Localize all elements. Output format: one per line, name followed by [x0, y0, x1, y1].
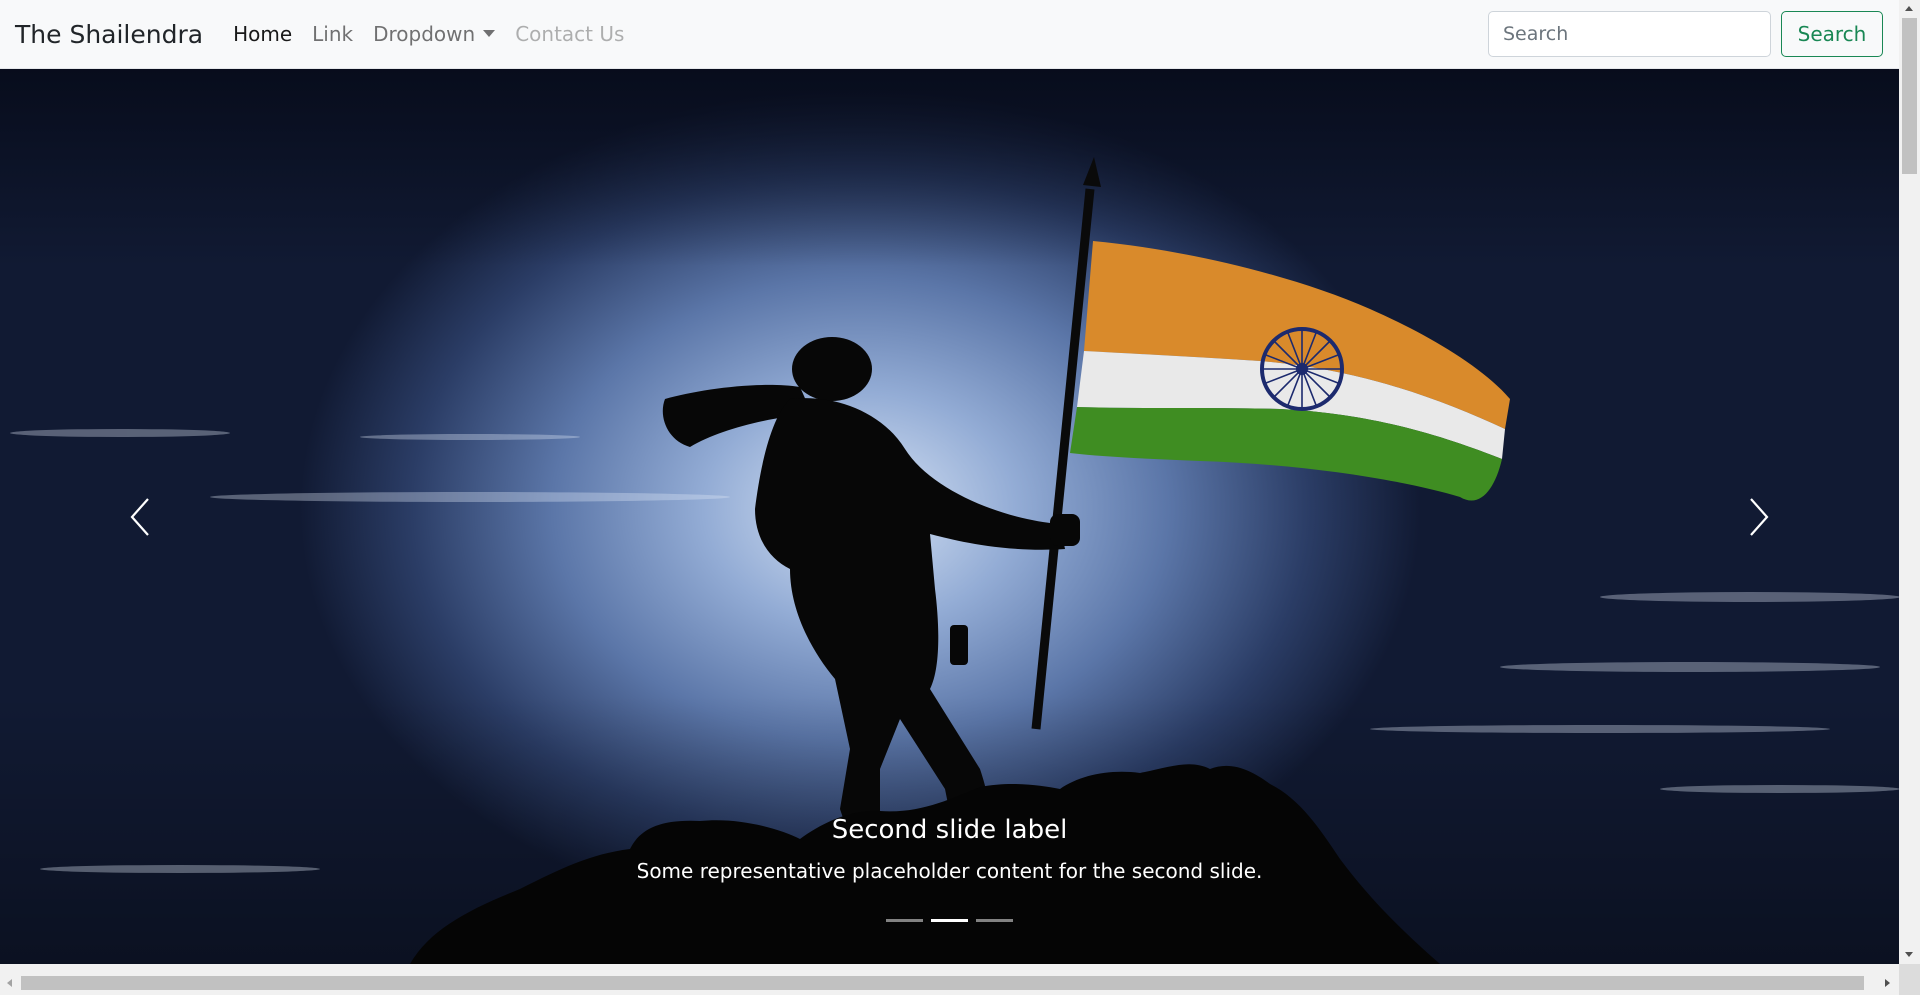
- search-form: Search: [1488, 11, 1883, 57]
- carousel-indicators: [0, 919, 1899, 922]
- horizontal-scrollbar[interactable]: [0, 964, 1899, 995]
- hero-carousel: Second slide label Some representative p…: [0, 69, 1899, 964]
- nav-dropdown-label: Dropdown: [373, 22, 476, 46]
- carousel-indicator-2[interactable]: [931, 919, 968, 922]
- scroll-up-arrow-icon[interactable]: [1905, 6, 1913, 11]
- scroll-down-arrow-icon[interactable]: [1905, 952, 1913, 957]
- chevron-left-icon: [130, 497, 149, 536]
- search-input[interactable]: [1488, 11, 1771, 57]
- scrollbar-corner: [1899, 964, 1920, 995]
- scroll-left-arrow-icon[interactable]: [7, 979, 12, 987]
- chevron-right-icon: [1750, 497, 1769, 536]
- nav-dropdown-toggle[interactable]: Dropdown: [373, 22, 496, 46]
- nav-link-link[interactable]: Link: [312, 22, 353, 46]
- scroll-right-arrow-icon[interactable]: [1885, 979, 1890, 987]
- nav-link-contact-us: Contact Us: [515, 22, 625, 46]
- carousel-indicator-3[interactable]: [976, 919, 1013, 922]
- caption-title: Second slide label: [831, 815, 1068, 845]
- top-navbar: The Shailendra Home Link Dropdown Contac…: [0, 0, 1899, 69]
- caret-down-icon: [483, 30, 496, 37]
- caption-text: Some representative placeholder content …: [636, 859, 1263, 883]
- nav-links: Home Link Dropdown Contact Us: [233, 22, 644, 46]
- soldier-silhouette: [662, 337, 1080, 839]
- vertical-scroll-thumb[interactable]: [1902, 18, 1917, 174]
- carousel-caption: Second slide label Some representative p…: [0, 815, 1899, 883]
- search-button[interactable]: Search: [1781, 11, 1883, 57]
- horizontal-scroll-thumb[interactable]: [21, 976, 1864, 990]
- nav-link-home[interactable]: Home: [233, 22, 292, 46]
- indian-flag-icon: [1070, 241, 1510, 501]
- carousel-indicator-1[interactable]: [886, 919, 923, 922]
- vertical-scrollbar[interactable]: [1899, 0, 1920, 964]
- navbar-brand[interactable]: The Shailendra: [15, 20, 203, 49]
